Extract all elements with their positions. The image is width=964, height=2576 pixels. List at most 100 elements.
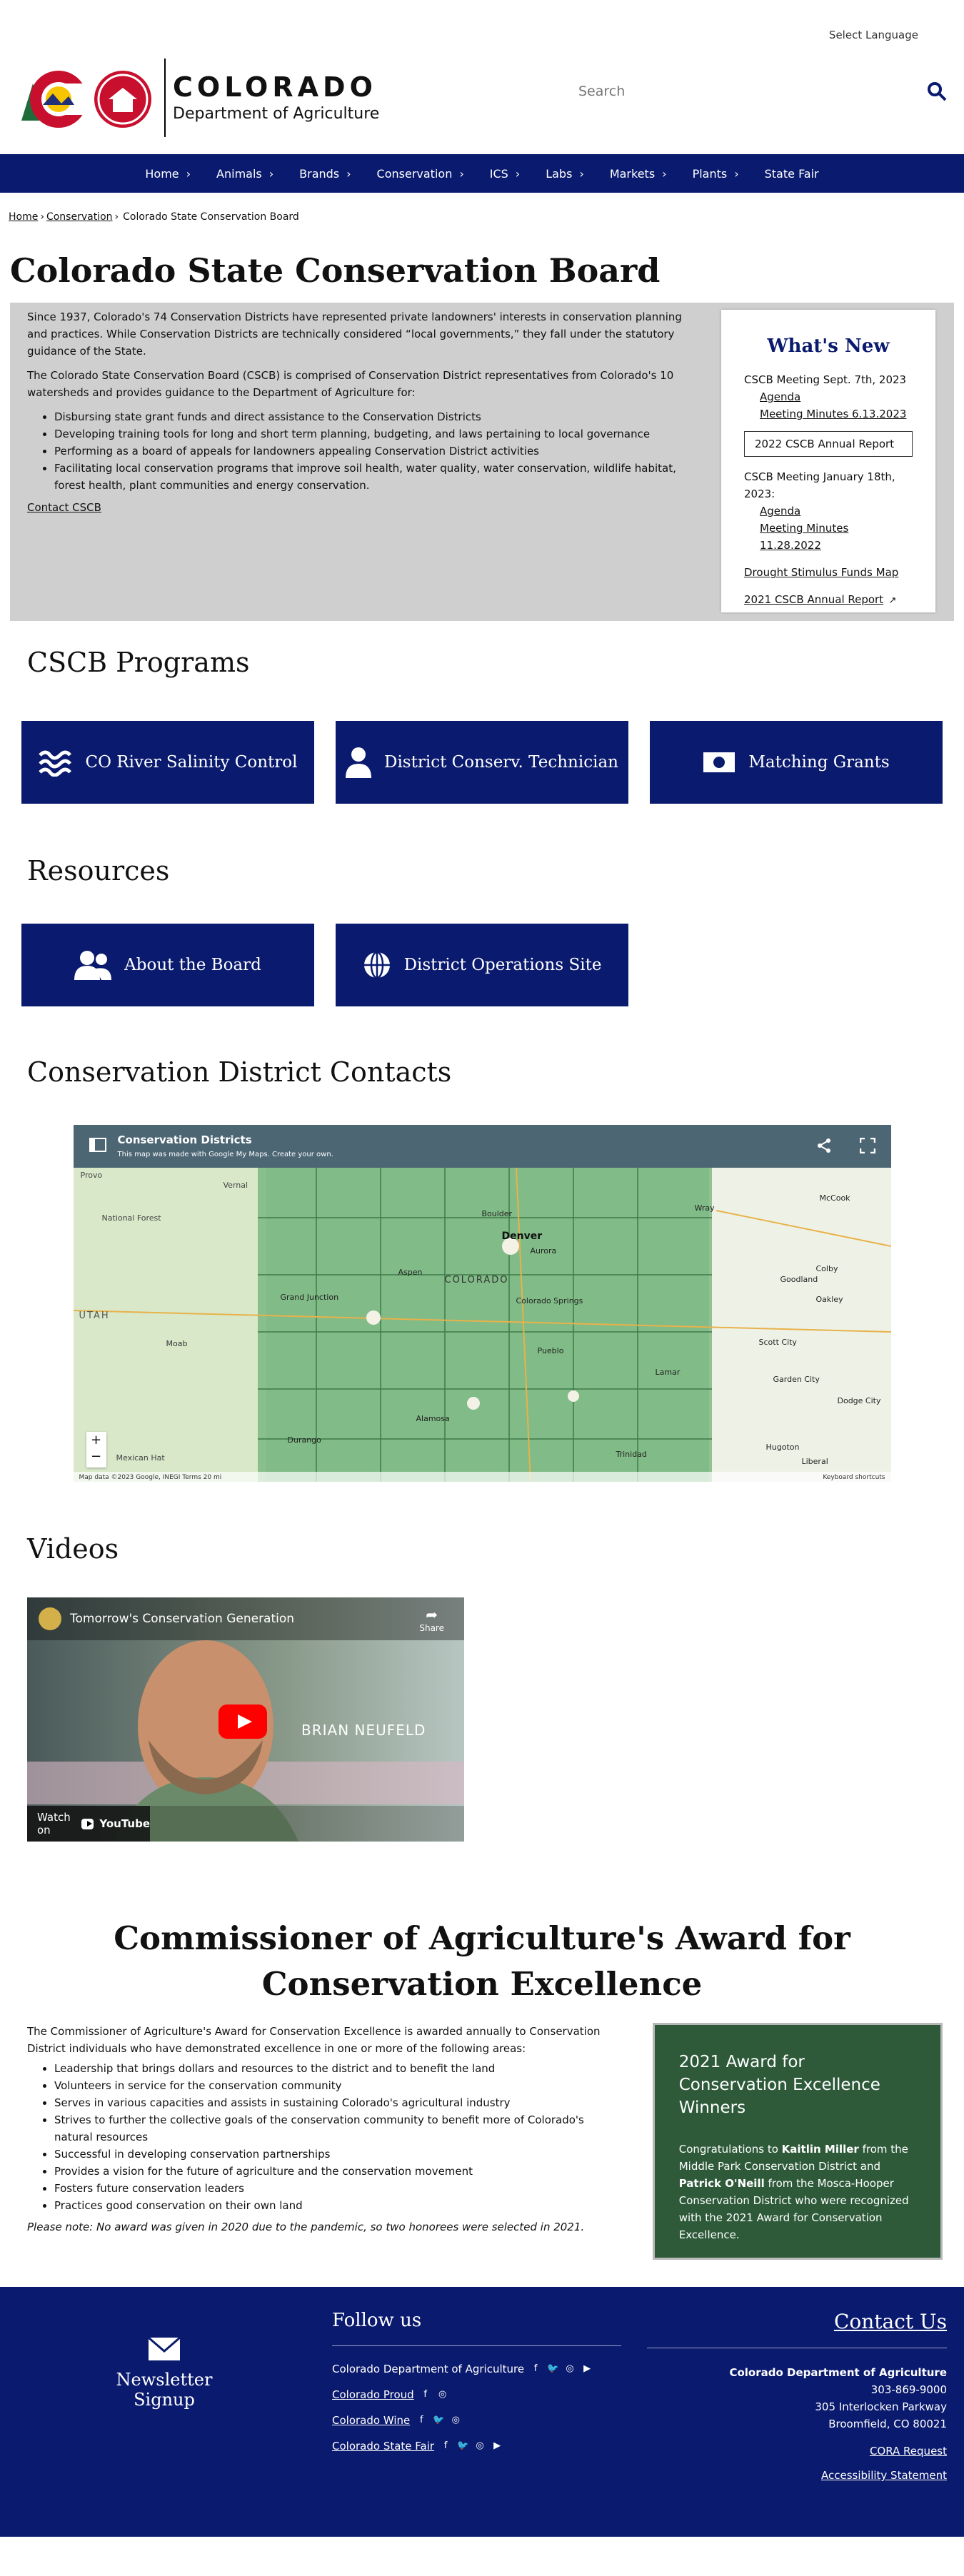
intro-list: Disbursing state grant funds and direct … xyxy=(54,408,697,494)
programs-heading: CSCB Programs xyxy=(27,647,250,678)
tile-matching-grants[interactable]: Matching Grants xyxy=(650,721,943,804)
nav-item-plants[interactable]: Plants › xyxy=(680,167,752,181)
nav-item-labs[interactable]: Labs › xyxy=(533,167,597,181)
nav-item-home[interactable]: Home › xyxy=(132,167,204,181)
water-waves-icon xyxy=(38,750,71,777)
twitter-icon[interactable]: 🐦 xyxy=(547,2363,558,2375)
tile-district-technician[interactable]: District Conserv. Technician xyxy=(336,721,628,804)
nav-item-state-fair[interactable]: State Fair xyxy=(752,167,832,181)
nav-item-ics[interactable]: ICS › xyxy=(477,167,533,181)
newsletter-signup-link[interactable]: Newsletter Signup xyxy=(86,2336,243,2410)
keyboard-shortcuts-link[interactable]: Keyboard shortcuts xyxy=(823,1474,885,1481)
watch-on-label: Watch on xyxy=(37,1811,71,1837)
list-item: Serves in various capacities and assists… xyxy=(54,2094,617,2111)
logo-divider xyxy=(164,59,166,137)
breadcrumb-conservation[interactable]: Conservation xyxy=(46,211,113,223)
nav-item-brands[interactable]: Brands › xyxy=(286,167,363,181)
tile-label: Matching Grants xyxy=(748,753,890,772)
map-zoom-control[interactable]: + − xyxy=(86,1432,106,1468)
video-person-name: BRIAN NEUFELD xyxy=(301,1722,426,1739)
instagram-icon[interactable]: ◎ xyxy=(474,2440,486,2452)
resources-heading: Resources xyxy=(27,855,170,887)
nav-item-animals[interactable]: Animals › xyxy=(204,167,286,181)
social-row: Colorado Wine f 🐦 ◎ xyxy=(332,2413,621,2428)
nav-item-markets[interactable]: Markets › xyxy=(597,167,680,181)
chevron-right-icon: › xyxy=(515,166,521,181)
envelope-icon xyxy=(148,2336,181,2360)
map-state-label: COLORADO xyxy=(444,1275,509,1286)
map-label: Alamosa xyxy=(416,1414,450,1423)
map-label: Provo xyxy=(80,1171,103,1180)
accessibility-statement-link[interactable]: Accessibility Statement xyxy=(821,2469,947,2482)
zoom-out-icon[interactable]: − xyxy=(86,1449,106,1465)
site-logo[interactable]: COLORADO Department of Agriculture xyxy=(21,59,379,137)
whats-new-box: What's New CSCB Meeting Sept. 7th, 2023 … xyxy=(721,310,935,612)
map-canvas[interactable]: Provo Vernal UTAH Moab Grand Junction As… xyxy=(73,1167,891,1482)
twitter-icon[interactable]: 🐦 xyxy=(457,2440,468,2452)
fullscreen-icon[interactable] xyxy=(859,1137,875,1156)
facebook-icon[interactable]: f xyxy=(416,2415,427,2426)
breadcrumb-current: Colorado State Conservation Board xyxy=(123,211,299,223)
external-link-icon: ↗ xyxy=(888,595,897,606)
conservation-districts-map[interactable]: Conservation Districts This map was made… xyxy=(73,1125,891,1482)
youtube-play-button[interactable] xyxy=(219,1704,267,1739)
instagram-icon[interactable]: ◎ xyxy=(564,2363,576,2375)
video-share-button[interactable]: ➦ Share xyxy=(419,1606,444,1633)
contact-cscb-link[interactable]: Contact CSCB xyxy=(27,501,101,514)
youtube-video-embed[interactable]: Tomorrow's Conservation Generation ➦ Sha… xyxy=(27,1597,464,1842)
search-icon[interactable] xyxy=(927,81,947,104)
facebook-icon[interactable]: f xyxy=(440,2440,451,2452)
contact-phone: 303-869-9000 xyxy=(870,2383,947,2396)
breadcrumb-home[interactable]: Home xyxy=(9,211,38,223)
social-org-name: Colorado Department of Agriculture xyxy=(332,2363,525,2375)
video-title[interactable]: Tomorrow's Conservation Generation xyxy=(70,1612,294,1626)
annual-report-2022-button[interactable]: 2022 CSCB Annual Report xyxy=(744,431,913,457)
share-icon[interactable] xyxy=(817,1138,831,1156)
tile-district-operations[interactable]: District Operations Site xyxy=(336,924,628,1006)
instagram-icon[interactable]: ◎ xyxy=(437,2389,448,2400)
instagram-icon[interactable]: ◎ xyxy=(450,2415,461,2426)
minutes-link[interactable]: Meeting Minutes 11.28.2022 xyxy=(760,522,848,552)
map-label: Hugoton xyxy=(765,1443,800,1452)
zoom-in-icon[interactable]: + xyxy=(86,1432,106,1449)
facebook-icon[interactable]: f xyxy=(530,2363,541,2375)
colorado-state-fair-link[interactable]: Colorado State Fair xyxy=(332,2439,434,2453)
language-selector[interactable]: Select Language xyxy=(829,29,918,41)
search-input[interactable] xyxy=(578,84,878,99)
map-label: Aspen xyxy=(398,1268,423,1277)
winners-text: Congratulations to Kaitlin Miller from t… xyxy=(679,2141,916,2243)
award-note: Please note: No award was given in 2020 … xyxy=(27,2221,585,2233)
youtube-icon[interactable]: ▶ xyxy=(491,2440,503,2452)
winners-text-part: Congratulations to xyxy=(678,2143,782,2156)
twitter-icon[interactable]: 🐦 xyxy=(433,2415,444,2426)
map-sidebar-icon[interactable] xyxy=(89,1138,106,1155)
annual-report-2021-link[interactable]: 2021 CSCB Annual Report xyxy=(744,593,883,606)
breadcrumb-separator: › xyxy=(114,211,119,223)
cora-request-link[interactable]: CORA Request xyxy=(870,2445,947,2458)
colorado-wine-link[interactable]: Colorado Wine xyxy=(332,2413,410,2428)
award-intro: The Commissioner of Agriculture's Award … xyxy=(27,2025,601,2055)
watch-on-youtube-button[interactable]: Watch on YouTube xyxy=(27,1806,150,1842)
youtube-wordmark: YouTube xyxy=(99,1817,150,1830)
logo-state-name: COLORADO xyxy=(173,71,377,103)
agenda-link[interactable]: Agenda xyxy=(760,505,800,517)
drought-stimulus-link[interactable]: Drought Stimulus Funds Map xyxy=(744,566,898,579)
agenda-link[interactable]: Agenda xyxy=(760,390,800,403)
tile-co-river-salinity[interactable]: CO River Salinity Control xyxy=(21,721,314,804)
minutes-link[interactable]: Meeting Minutes 6.13.2023 xyxy=(760,408,906,420)
tile-about-board[interactable]: About the Board xyxy=(21,924,314,1006)
nav-label: Plants xyxy=(692,166,728,181)
facebook-icon[interactable]: f xyxy=(420,2389,431,2400)
list-item: Developing training tools for long and s… xyxy=(54,425,697,443)
youtube-icon[interactable]: ▶ xyxy=(581,2363,593,2375)
map-label: Durango xyxy=(287,1435,321,1445)
map-label: Wray xyxy=(694,1203,715,1213)
logo-department: Department of Agriculture xyxy=(173,105,380,123)
contact-org: Colorado Department of Agriculture xyxy=(729,2366,947,2379)
map-label: National Forest xyxy=(101,1213,161,1223)
colorado-proud-link[interactable]: Colorado Proud xyxy=(332,2388,414,2402)
contact-us-link[interactable]: Contact Us xyxy=(647,2310,947,2348)
nav-item-conservation[interactable]: Conservation › xyxy=(364,167,477,181)
meeting-label: CSCB Meeting January 18th, 2023: xyxy=(744,470,895,500)
map-label: Lamar xyxy=(655,1368,681,1377)
